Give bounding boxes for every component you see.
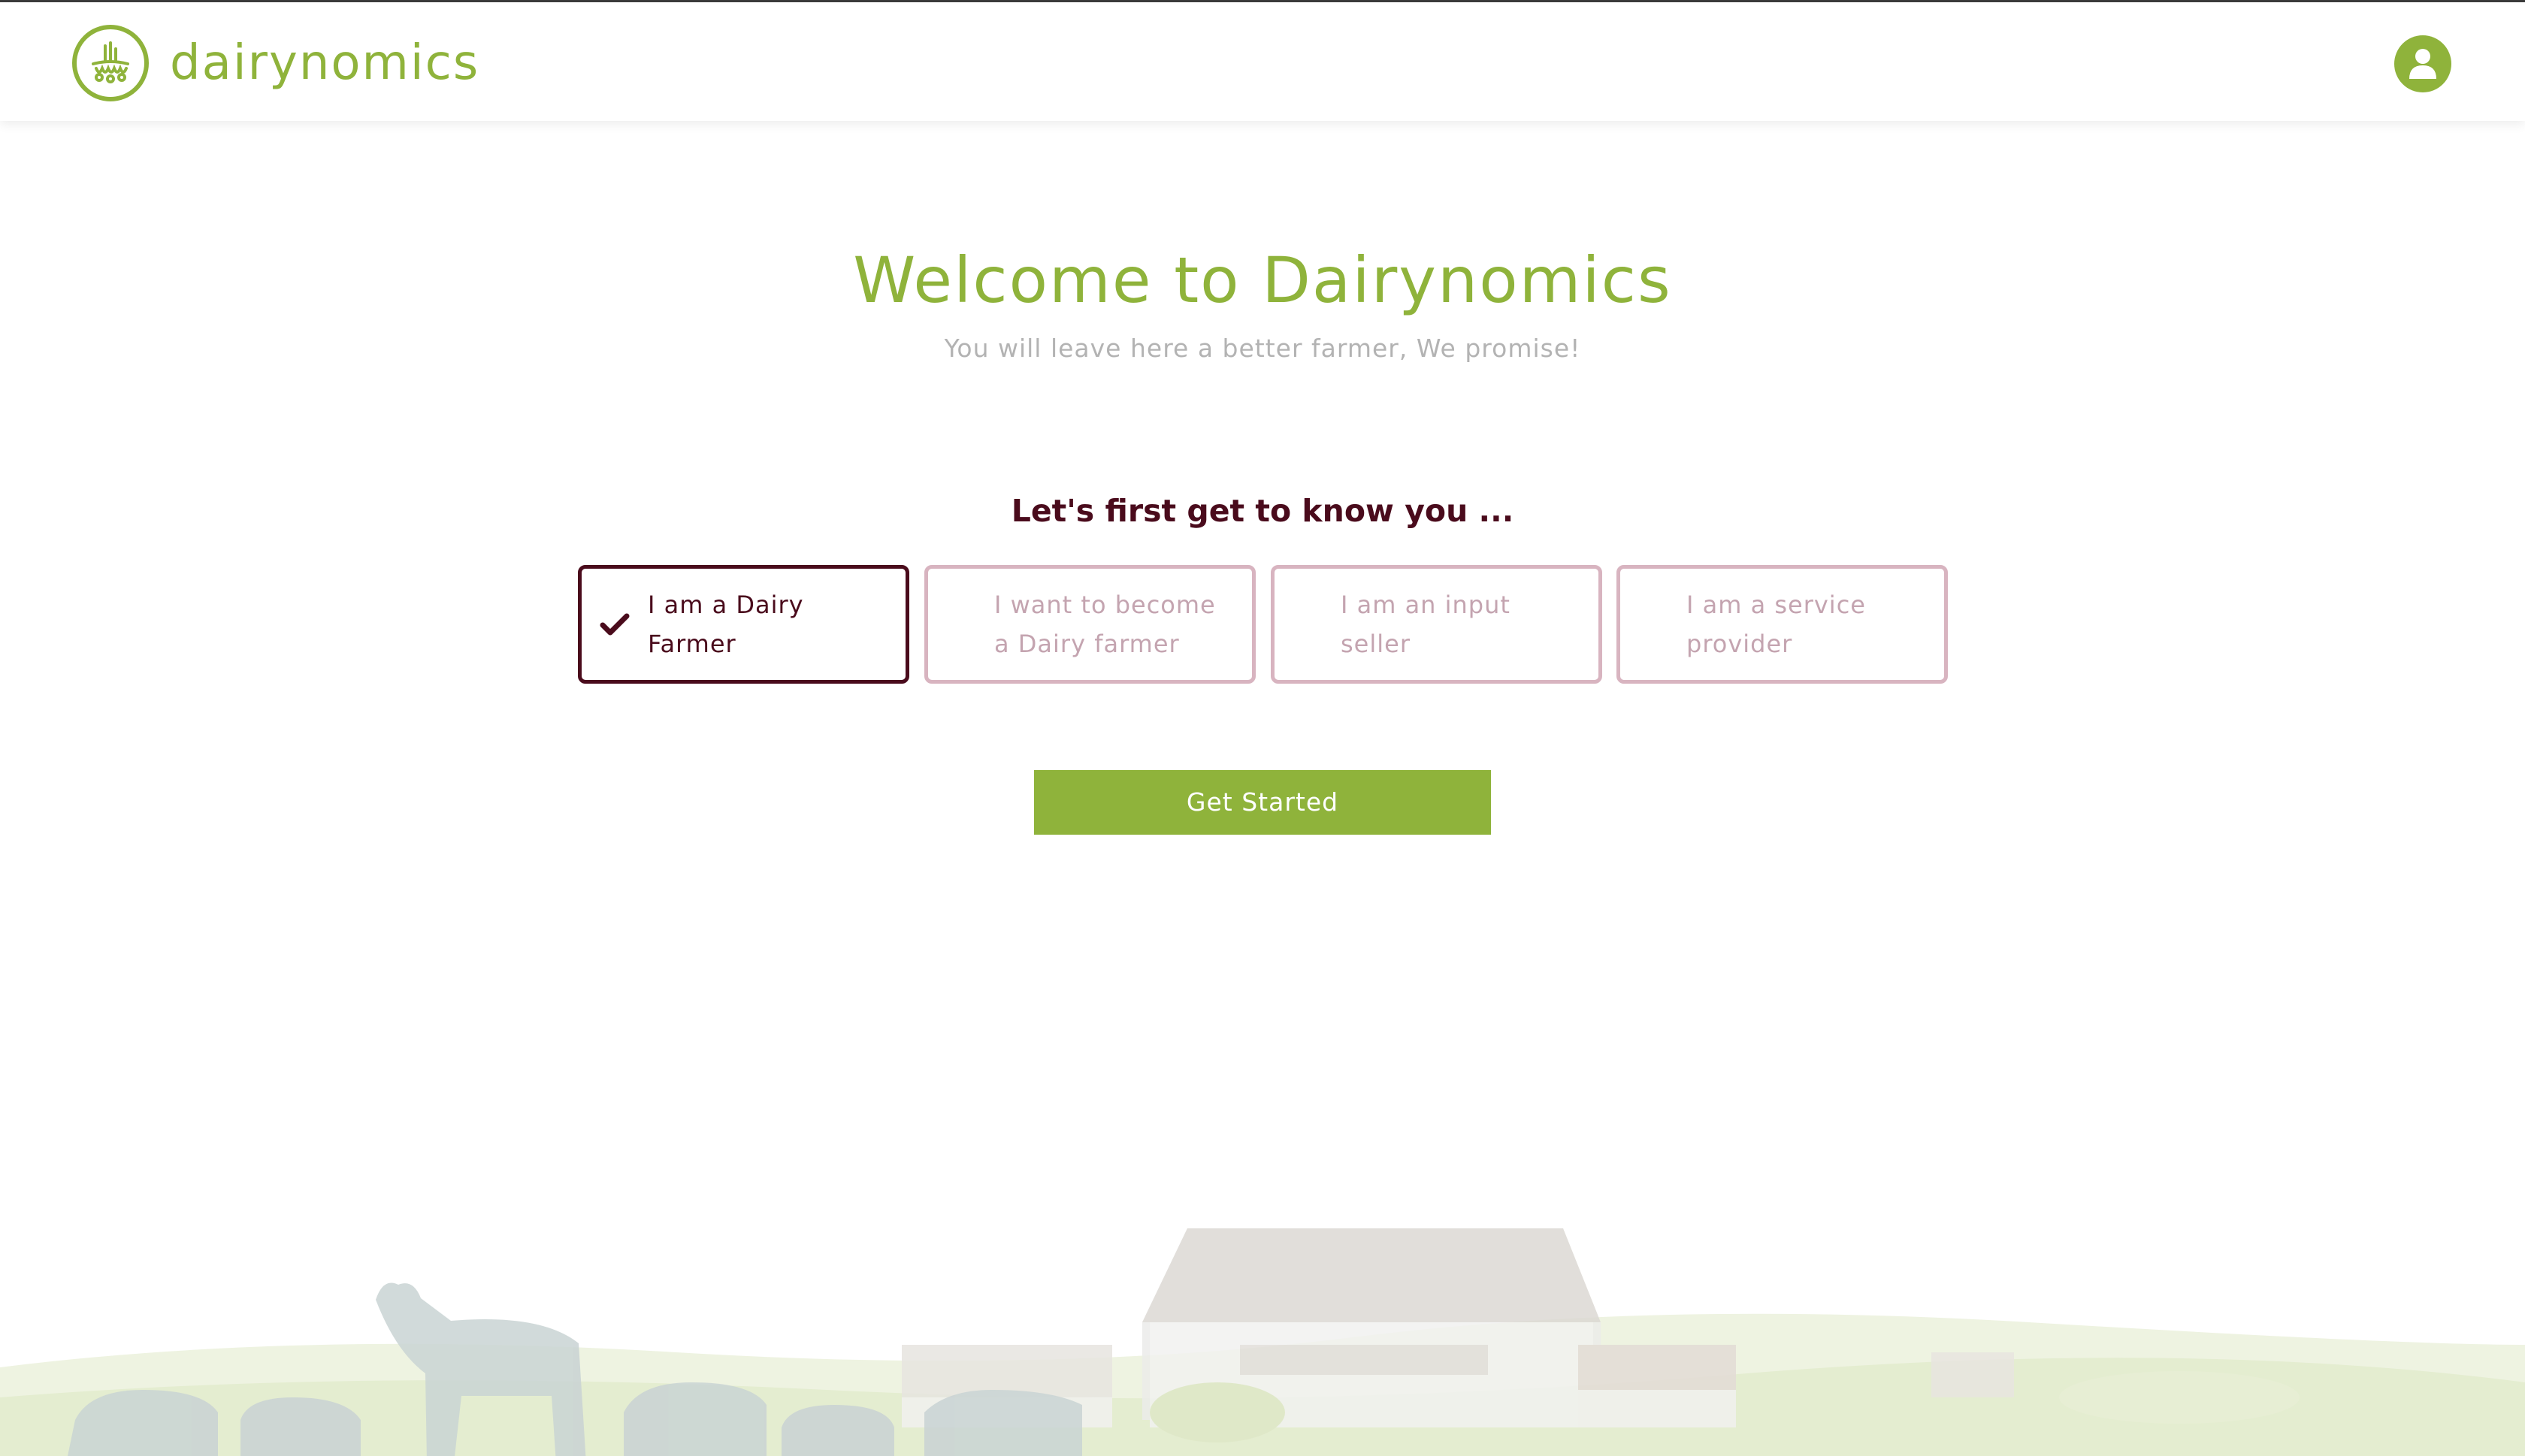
option-label: I want to become a Dairy farmer (994, 591, 1216, 658)
dairy-logo-glyph (92, 41, 129, 83)
section-prompt: Let's first get to know you ... (1011, 493, 1514, 529)
brand-name[interactable]: dairynomics (170, 31, 479, 95)
page-title: Welcome to Dairynomics (853, 243, 1672, 317)
option-dairy-farmer[interactable]: I am a Dairy Farmer (578, 565, 909, 684)
user-glyph (2409, 49, 2436, 79)
option-service-provider[interactable]: I am a service provider (1616, 565, 1948, 684)
option-input-seller[interactable]: I am an input seller (1271, 565, 1602, 684)
dairy-logo-icon[interactable] (72, 25, 149, 101)
option-become-dairy-farmer[interactable]: I want to become a Dairy farmer (924, 565, 1256, 684)
top-header: dairynomics (0, 0, 2525, 121)
user-icon[interactable] (2394, 35, 2451, 92)
option-label: I am a Dairy Farmer (648, 591, 804, 658)
page-subtitle: You will leave here a better farmer, We … (944, 334, 1581, 363)
option-label: I am an input seller (1341, 591, 1510, 658)
farm-illustration (0, 1228, 2525, 1456)
option-label: I am a service provider (1686, 591, 1866, 658)
page: dairynomics Welcome to Dairynomics You w… (0, 0, 2525, 1456)
get-started-button[interactable]: Get Started (1034, 770, 1491, 835)
check-icon (598, 608, 631, 641)
